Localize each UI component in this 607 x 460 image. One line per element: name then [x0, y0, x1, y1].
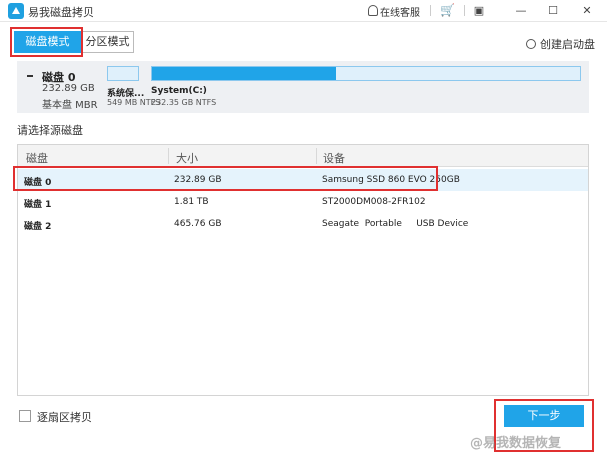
partition-bar-system-reserved[interactable]	[107, 66, 139, 81]
title-bar: 易我磁盘拷贝 在线客服 🛒 ▣ — ☐ ✕	[0, 0, 607, 22]
cart-icon[interactable]: 🛒	[440, 3, 455, 17]
sector-copy-label[interactable]: 逐扇区拷贝	[37, 409, 92, 425]
maximize-icon[interactable]: ☐	[540, 2, 566, 20]
restore-icon[interactable]: ▣	[466, 2, 492, 20]
tab-partition-mode[interactable]: 分区模式	[81, 31, 134, 53]
highlight-box	[10, 27, 83, 57]
minimize-icon[interactable]: —	[508, 2, 534, 20]
highlight-box	[13, 166, 438, 191]
table-row[interactable]: 磁盘 1 1.81 TB ST2000DM008-2FR102	[18, 191, 588, 213]
disk-overview-panel: 磁盘 0 232.89 GB 基本盘 MBR 系统保... 549 MB NTF…	[17, 61, 589, 113]
table-row[interactable]: 磁盘 2 465.76 GB Seagate Portable USB Devi…	[18, 213, 588, 235]
create-boot-label: 创建启动盘	[540, 38, 595, 51]
online-service-link[interactable]: 在线客服	[368, 4, 420, 19]
disk-type: 基本盘 MBR	[42, 100, 98, 111]
collapse-icon[interactable]	[27, 75, 33, 77]
cell-disk: 磁盘 2	[24, 222, 52, 232]
disk-size: 232.89 GB	[42, 83, 95, 94]
section-label: 请选择源磁盘	[17, 124, 83, 137]
create-boot-disk-button[interactable]: 创建启动盘	[526, 36, 595, 52]
partition-name: System(C:)	[151, 86, 207, 96]
column-divider[interactable]	[316, 148, 317, 164]
column-header-size[interactable]: 大小	[176, 150, 198, 166]
divider	[430, 5, 431, 16]
partition-bar-c[interactable]	[151, 66, 581, 81]
column-divider[interactable]	[168, 148, 169, 164]
divider	[464, 5, 465, 16]
cell-disk: 磁盘 1	[24, 200, 52, 210]
watermark: @易我数据恢复	[470, 436, 562, 451]
partition-info: 232.35 GB NTFS	[151, 98, 217, 107]
cell-size: 1.81 TB	[174, 197, 209, 207]
table-header: 磁盘 大小 设备	[18, 145, 588, 167]
cell-device: Seagate Portable USB Device	[322, 219, 469, 229]
partition-usage-fill	[152, 67, 336, 80]
column-header-device[interactable]: 设备	[323, 150, 345, 166]
column-header-disk[interactable]: 磁盘	[26, 150, 48, 166]
refresh-icon	[526, 39, 536, 49]
cell-device: ST2000DM008-2FR102	[322, 197, 426, 207]
app-title: 易我磁盘拷贝	[28, 6, 94, 19]
app-logo-icon	[8, 3, 24, 19]
sector-copy-checkbox[interactable]	[19, 410, 31, 422]
cell-size: 465.76 GB	[174, 219, 222, 229]
close-icon[interactable]: ✕	[574, 2, 600, 20]
